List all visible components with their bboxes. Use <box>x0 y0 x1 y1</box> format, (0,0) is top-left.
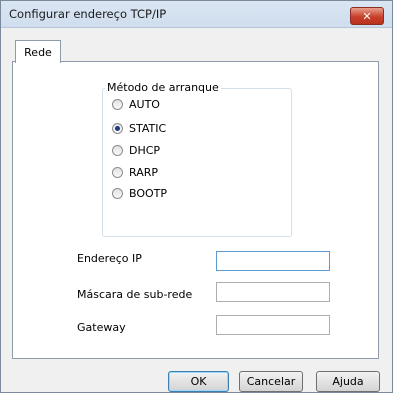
radio-dhcp[interactable]: DHCP <box>112 144 160 157</box>
help-button[interactable]: Ajuda <box>316 371 380 392</box>
radio-label: DHCP <box>129 144 161 157</box>
radio-button-icon[interactable] <box>112 99 123 110</box>
radio-bootp[interactable]: BOOTP <box>112 187 167 200</box>
ok-button[interactable]: OK <box>168 371 229 392</box>
radio-label: STATIC <box>129 122 167 135</box>
subnet-mask-field[interactable] <box>216 282 330 302</box>
radio-rarp[interactable]: RARP <box>112 166 158 179</box>
tab-label: Rede <box>24 45 52 59</box>
cancel-button[interactable]: Cancelar <box>239 371 303 392</box>
close-icon: ✕ <box>362 9 372 23</box>
radio-button-icon[interactable] <box>112 167 123 178</box>
window-title: Configurar endereço TCP/IP <box>9 7 167 21</box>
radio-button-icon[interactable] <box>112 188 123 199</box>
ip-address-field[interactable] <box>216 251 330 271</box>
radio-button-icon[interactable] <box>112 145 123 156</box>
tab-panel-rede: Método de arranque AUTO STATIC DHCP RARP… <box>12 61 379 359</box>
ok-button-label: OK <box>190 375 207 388</box>
radio-static[interactable]: STATIC <box>112 122 166 135</box>
ip-address-label: Endereço IP <box>77 252 142 265</box>
boot-method-legend: Método de arranque <box>105 81 221 94</box>
subnet-mask-label: Máscara de sub-rede <box>77 288 193 301</box>
radio-label: AUTO <box>129 98 160 111</box>
dialog-window: Configurar endereço TCP/IP ✕ Rede Método… <box>0 0 393 393</box>
title-bar[interactable]: Configurar endereço TCP/IP ✕ <box>1 1 392 28</box>
radio-label: RARP <box>129 166 158 179</box>
radio-auto[interactable]: AUTO <box>112 98 160 111</box>
tab-rede[interactable]: Rede <box>15 40 61 63</box>
gateway-field[interactable] <box>216 315 330 335</box>
close-button[interactable]: ✕ <box>350 7 384 25</box>
help-button-label: Ajuda <box>332 375 364 388</box>
gateway-label: Gateway <box>77 321 126 334</box>
radio-button-checked-icon[interactable] <box>112 123 123 134</box>
radio-label: BOOTP <box>129 187 168 200</box>
cancel-button-label: Cancelar <box>246 375 296 388</box>
